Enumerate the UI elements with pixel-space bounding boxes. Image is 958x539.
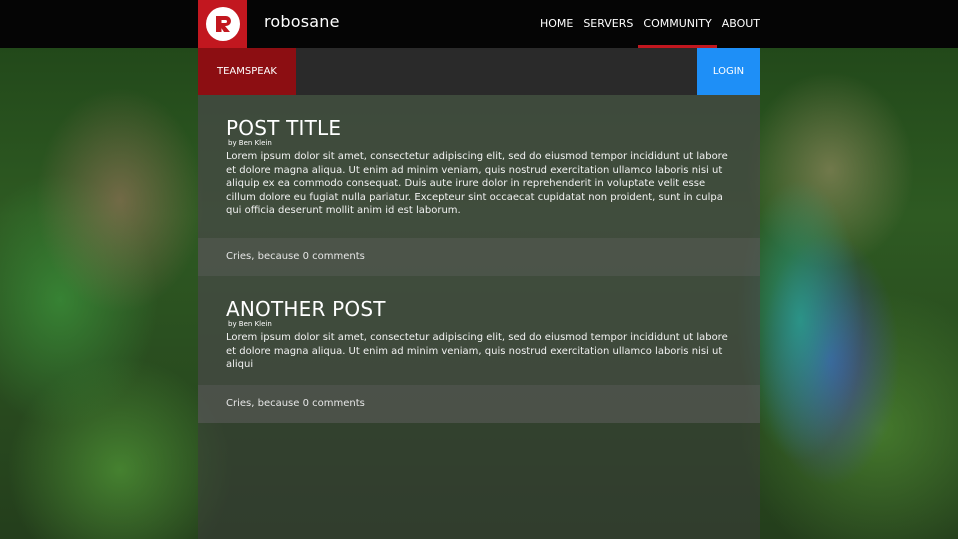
sub-navbar: TEAMSPEAK LOGIN: [198, 48, 760, 95]
post-author: by Ben Klein: [228, 139, 272, 147]
post-card: POST TITLE by Ben Klein Lorem ipsum dolo…: [198, 95, 760, 276]
brand-name[interactable]: robosane: [264, 12, 340, 31]
post-text: Lorem ipsum dolor sit amet, consectetur …: [226, 332, 728, 370]
robosane-logo-icon: [206, 7, 240, 41]
nav-item-about[interactable]: ABOUT: [717, 0, 760, 48]
main-nav: HOME SERVERS COMMUNITY ABOUT: [535, 0, 760, 48]
post-comments-link[interactable]: Cries, because 0 comments: [198, 385, 760, 423]
post-card: ANOTHER POST by Ben Klein Lorem ipsum do…: [198, 276, 760, 423]
post-title[interactable]: ANOTHER POST: [226, 298, 732, 320]
post-title[interactable]: POST TITLE: [226, 117, 732, 139]
post-comments-link[interactable]: Cries, because 0 comments: [198, 238, 760, 276]
post-body: POST TITLE by Ben Klein Lorem ipsum dolo…: [198, 95, 760, 238]
post-text: Lorem ipsum dolor sit amet, consectetur …: [226, 151, 728, 216]
nav-item-community[interactable]: COMMUNITY: [638, 0, 717, 48]
top-navbar: robosane HOME SERVERS COMMUNITY ABOUT: [0, 0, 958, 68]
post-author: by Ben Klein: [228, 320, 272, 328]
content-container: TEAMSPEAK LOGIN POST TITLE by Ben Klein …: [198, 48, 760, 539]
teamspeak-button[interactable]: TEAMSPEAK: [198, 48, 296, 95]
post-body: ANOTHER POST by Ben Klein Lorem ipsum do…: [198, 276, 760, 385]
nav-item-home[interactable]: HOME: [535, 0, 578, 48]
nav-item-servers[interactable]: SERVERS: [578, 0, 638, 48]
login-button[interactable]: LOGIN: [697, 48, 760, 95]
